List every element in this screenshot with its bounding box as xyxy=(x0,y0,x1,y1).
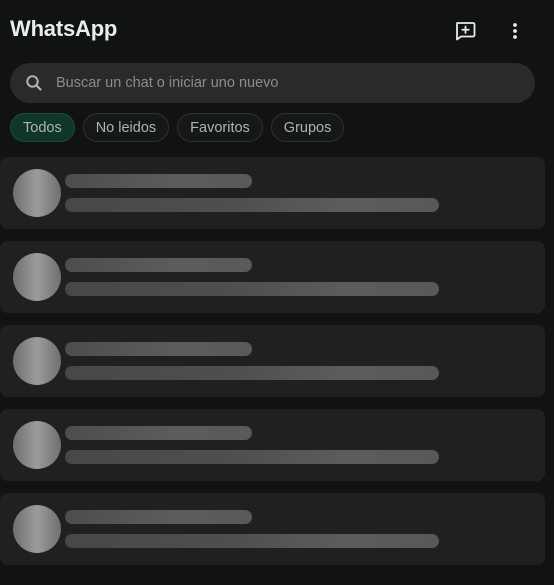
vertical-dots-icon xyxy=(513,23,517,39)
chat-row-placeholder[interactable] xyxy=(0,409,545,481)
avatar-placeholder xyxy=(13,169,61,217)
chat-name-placeholder xyxy=(65,342,252,356)
filter-chips: Todos No leidos Favoritos Grupos xyxy=(10,113,345,143)
search-input[interactable] xyxy=(56,63,516,103)
chat-preview-placeholder xyxy=(65,534,439,548)
avatar-placeholder xyxy=(13,421,61,469)
chat-row-placeholder[interactable] xyxy=(0,241,545,313)
filter-label: Favoritos xyxy=(190,119,250,136)
whatsapp-app: WhatsApp Todos No leidos xyxy=(0,0,554,585)
chat-preview-placeholder xyxy=(65,366,439,380)
filter-label: Grupos xyxy=(283,119,332,136)
chat-preview-placeholder xyxy=(65,450,439,464)
new-chat-button[interactable] xyxy=(450,16,480,46)
avatar-placeholder xyxy=(13,253,61,301)
avatar-placeholder xyxy=(13,337,61,385)
filter-label: Todos xyxy=(23,119,62,136)
chat-name-placeholder xyxy=(65,174,252,188)
filter-no-leidos[interactable]: No leidos xyxy=(82,113,170,142)
chat-row-placeholder[interactable] xyxy=(0,493,545,565)
search-icon xyxy=(26,75,42,91)
chat-name-placeholder xyxy=(65,510,252,524)
avatar-placeholder xyxy=(13,505,61,553)
filter-todos[interactable]: Todos xyxy=(10,113,75,142)
header: WhatsApp xyxy=(0,0,554,62)
filter-favoritos[interactable]: Favoritos xyxy=(177,113,263,142)
menu-button[interactable] xyxy=(500,16,530,46)
filter-grupos[interactable]: Grupos xyxy=(270,113,345,142)
chat-name-placeholder xyxy=(65,426,252,440)
chat-preview-placeholder xyxy=(65,198,439,212)
chat-name-placeholder xyxy=(65,258,252,272)
chat-row-placeholder[interactable] xyxy=(0,325,545,397)
new-chat-icon xyxy=(456,22,476,41)
filter-label: No leidos xyxy=(95,119,157,136)
chat-preview-placeholder xyxy=(65,282,439,296)
app-title: WhatsApp xyxy=(10,16,118,41)
search-bar[interactable] xyxy=(10,63,535,103)
chat-row-placeholder[interactable] xyxy=(0,157,545,229)
